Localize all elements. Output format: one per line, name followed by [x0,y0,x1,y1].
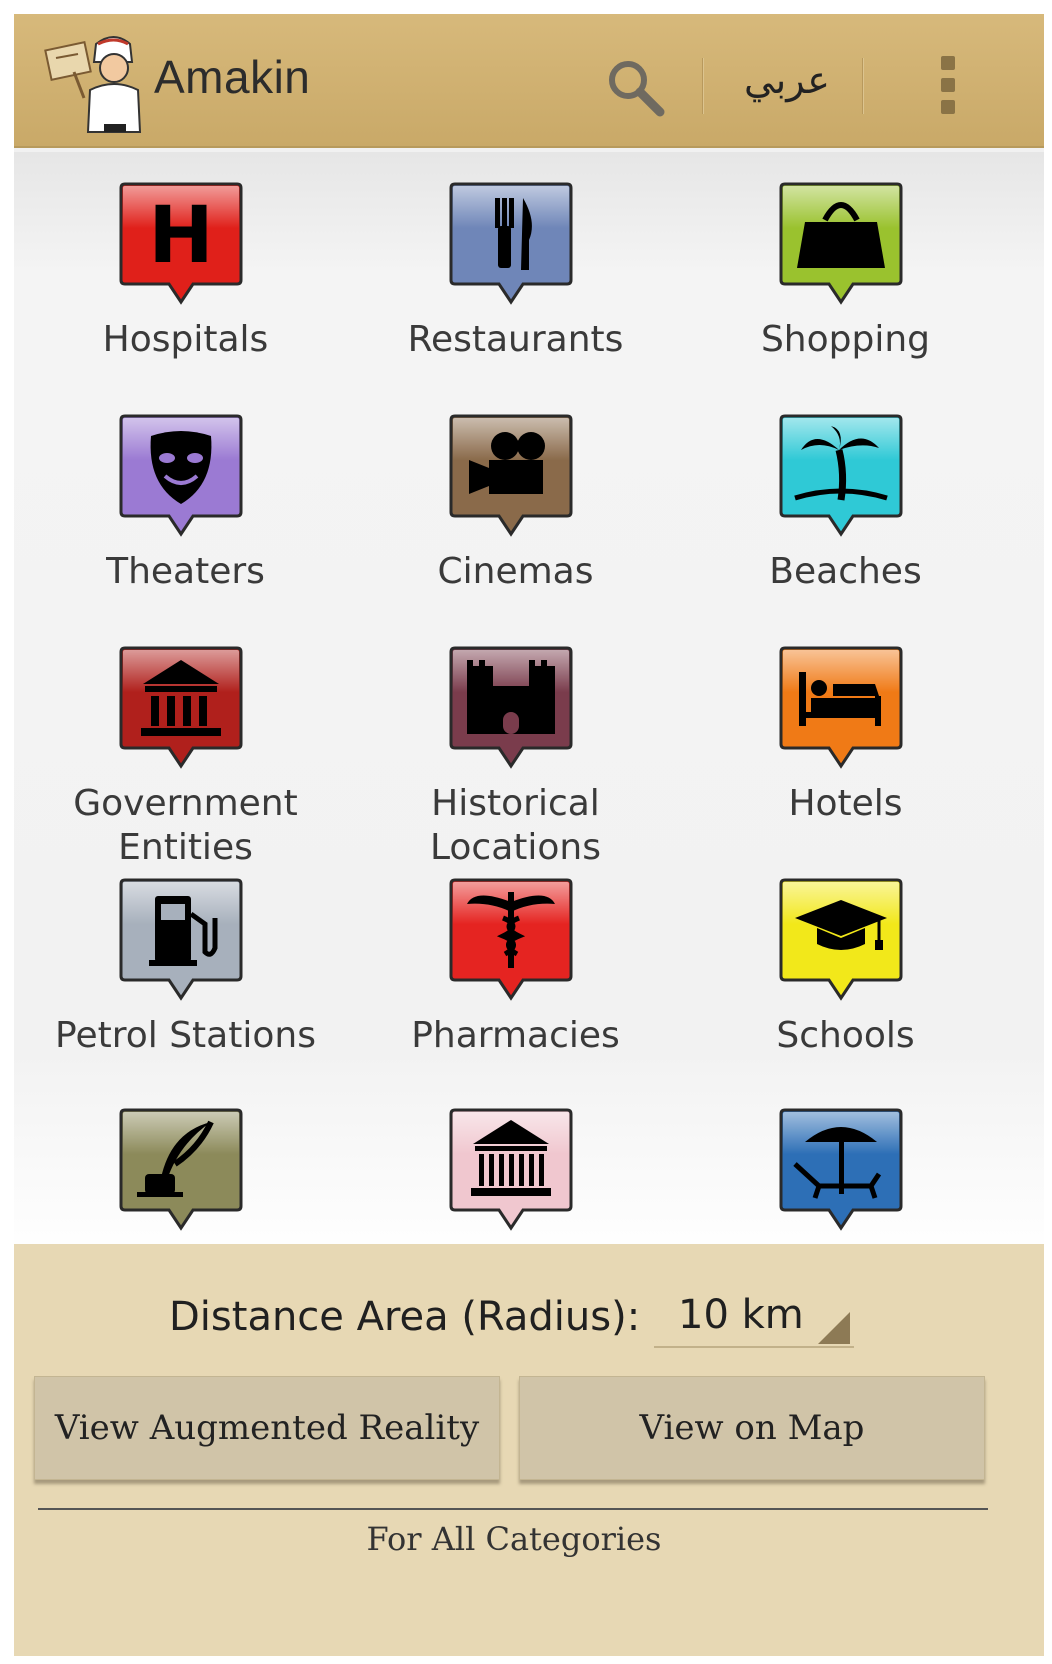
category-label: Historical Locations [429,783,602,868]
action-divider [862,58,864,114]
graduation-cap-icon [779,878,903,1001]
category-grid: H Hospitals Restaurants Shopping Theaters Cin… [14,152,1044,1258]
category-label: Government Entities [73,783,298,868]
category-label: Restaurants [407,319,624,360]
hospital-icon: H [119,182,243,305]
theater-mask-icon [119,414,243,537]
category-item[interactable]: Pharmacies [344,878,687,1098]
amakin-logo-icon[interactable] [44,28,144,134]
footer-divider [38,1508,988,1510]
category-item[interactable]: Theaters [14,414,357,634]
distance-label: Distance Area (Radius): [169,1294,641,1340]
fuel-pump-icon [119,878,243,1001]
language-toggle-button[interactable]: عربي [744,58,830,102]
shopping-bag-icon [779,182,903,305]
museum-icon [449,1108,573,1231]
category-item[interactable]: Shopping [674,182,1017,402]
app-screen: Amakin عربي H Hospitals Restaurants Shoppin… [14,14,1044,1656]
government-building-icon [119,646,243,769]
distance-spinner[interactable]: 10 km [654,1284,854,1348]
category-item[interactable]: Hotels [674,646,1017,866]
category-item[interactable]: H Hospitals [14,182,357,402]
category-label: Shopping [760,319,931,360]
search-icon[interactable] [604,56,668,120]
category-item[interactable]: Schools [674,878,1017,1098]
svg-text:H: H [148,191,213,281]
category-item[interactable]: Petrol Stations [14,878,357,1098]
castle-icon [449,646,573,769]
category-label: Petrol Stations [55,1015,316,1056]
category-label: Hospitals [102,319,269,360]
category-label: Pharmacies [411,1015,620,1056]
dropdown-corner-icon [818,1312,850,1344]
app-title: Amakin [154,51,311,103]
quill-inkwell-icon [119,1108,243,1231]
bed-icon [779,646,903,769]
category-item[interactable]: Restaurants [344,182,687,402]
category-label: Beaches [769,551,922,592]
bottom-panel: Distance Area (Radius): 10 km View Augme… [14,1244,1044,1656]
category-item[interactable]: Cinemas [344,414,687,634]
palm-tree-icon [779,414,903,537]
category-item[interactable]: Historical Locations [344,646,687,868]
category-label: Schools [776,1015,915,1056]
footer-text: For All Categories [366,1520,662,1558]
distance-value: 10 km [678,1292,804,1338]
action-divider [702,58,704,114]
movie-camera-icon [449,414,573,537]
overflow-menu-icon[interactable] [938,52,958,122]
view-augmented-reality-button[interactable]: View Augmented Reality [34,1376,500,1480]
action-bar: Amakin عربي [14,14,1044,148]
beach-umbrella-chair-icon [779,1108,903,1231]
view-on-map-button[interactable]: View on Map [519,1376,985,1480]
category-item[interactable]: Government Entities [14,646,357,868]
fork-knife-icon [449,182,573,305]
category-label: Cinemas [437,551,594,592]
category-item[interactable]: Beaches [674,414,1017,634]
category-label: Hotels [788,783,903,824]
category-label: Theaters [106,551,265,592]
caduceus-icon [449,878,573,1001]
